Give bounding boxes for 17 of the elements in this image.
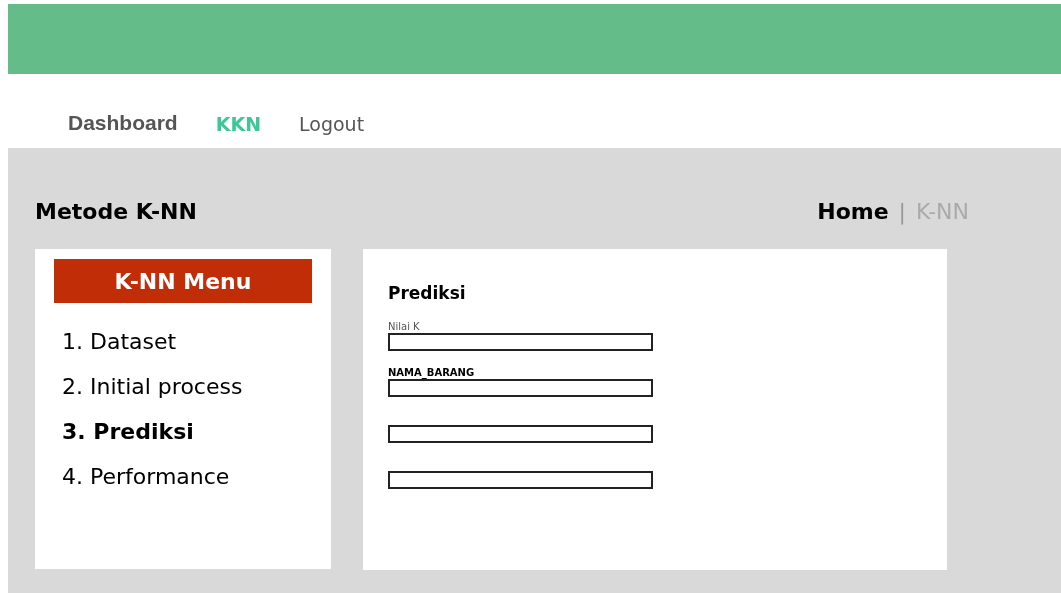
breadcrumb-separator: | [898,197,906,227]
input-field[interactable] [388,471,653,489]
menu-item[interactable]: 3. Prediksi [62,413,331,450]
input-field[interactable] [388,379,653,397]
field-label: NAMA_BARANG [388,367,476,379]
input-field[interactable] [388,333,653,351]
menu-item[interactable]: 1. Dataset [62,323,331,360]
dashboard-link[interactable]: Dashboard [68,106,178,138]
form-title: Prediksi [388,282,467,305]
breadcrumb-link[interactable]: Home [817,194,889,228]
field-label: Nilai K [388,321,421,333]
menu-header: K-NN Menu [54,259,312,303]
input-field[interactable] [388,425,653,443]
page-title: Metode K-NN [35,197,197,226]
menu-item[interactable]: 4. Performance [62,458,331,495]
nav-link[interactable]: Logout [299,109,365,138]
menu-item[interactable]: 2. Initial process [62,368,331,405]
